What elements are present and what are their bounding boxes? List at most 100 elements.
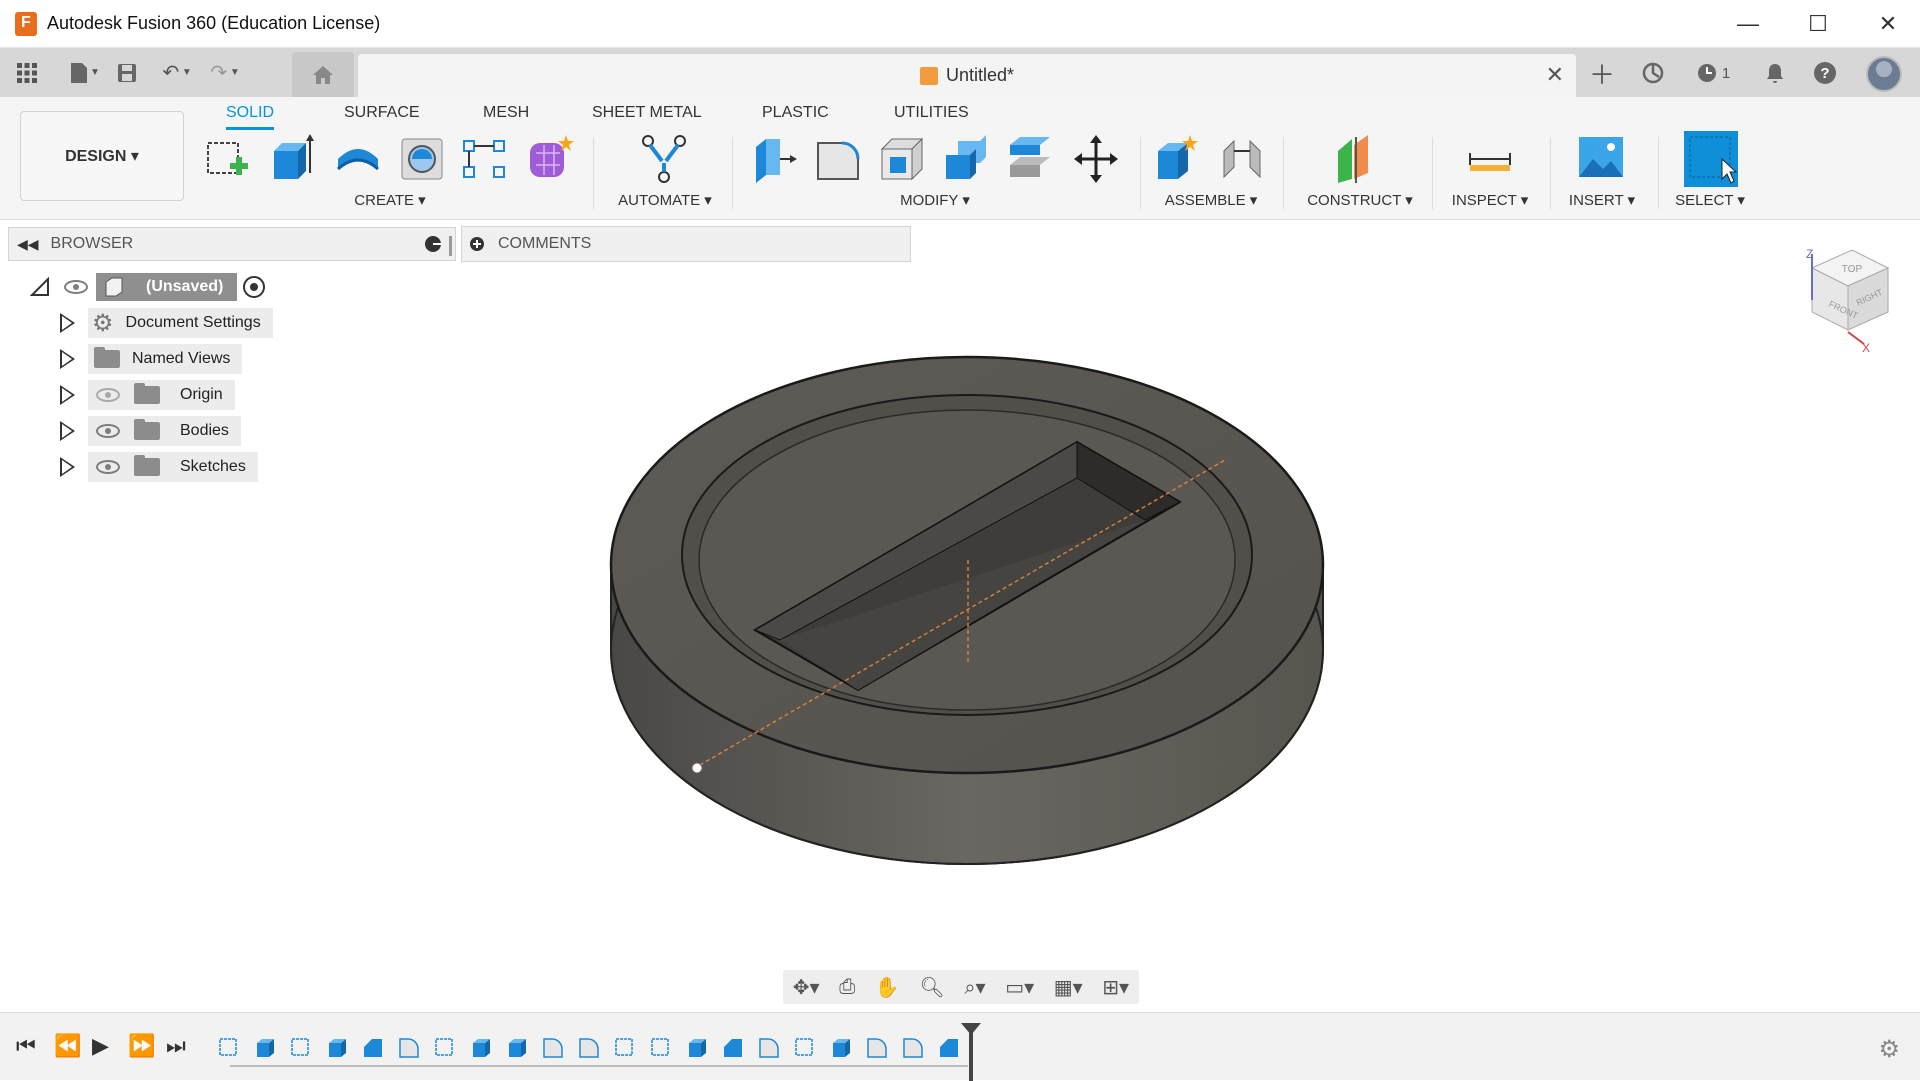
automate-menu[interactable]: AUTOMATE ▾	[610, 191, 720, 209]
hole-icon[interactable]	[398, 133, 446, 185]
home-icon	[313, 65, 333, 84]
timeline-sketch-feature-icon[interactable]	[614, 1037, 636, 1059]
user-avatar[interactable]	[1866, 56, 1902, 92]
title-bar: Autodesk Fusion 360 (Education License) …	[0, 0, 1920, 48]
viewcube[interactable]: TOP FRONT RIGHT Z X	[1806, 247, 1890, 355]
separator	[1140, 137, 1141, 209]
new-tab-plus-icon[interactable]: ＋	[1585, 57, 1619, 90]
separator	[1550, 137, 1551, 209]
file-caret-icon[interactable]: ▼	[90, 67, 100, 78]
undo-caret-icon[interactable]: ▼	[182, 67, 192, 78]
close-window-button[interactable]: ✕	[1853, 0, 1920, 48]
timeline-sketch-feature-icon[interactable]	[650, 1037, 672, 1059]
extensions-icon[interactable]	[1636, 57, 1670, 89]
measure-icon[interactable]	[1466, 133, 1514, 185]
fit-zoom-icon[interactable]: ⌕▾	[964, 975, 985, 1000]
close-tab-icon[interactable]: ✕	[1546, 62, 1564, 88]
timeline-sketch-feature-icon[interactable]	[218, 1037, 240, 1059]
tab-sheet-metal[interactable]: SHEET METAL	[592, 104, 702, 122]
press-pull-icon[interactable]	[750, 133, 798, 185]
create-sketch-icon[interactable]	[204, 133, 252, 185]
timeline-sketch-feature-icon[interactable]	[434, 1037, 456, 1059]
separator	[732, 137, 733, 209]
fillet-icon[interactable]	[814, 133, 862, 185]
help-icon[interactable]: ?	[1808, 57, 1842, 89]
maximize-button[interactable]: ☐	[1783, 0, 1853, 48]
ribbon-toolbar: DESIGN ▾ SOLID SURFACE MESH SHEET METAL …	[0, 97, 1920, 220]
viewcube-top-label[interactable]: TOP	[1842, 264, 1863, 275]
timeline-extrude-feature-icon[interactable]	[470, 1037, 492, 1059]
coin-model[interactable]	[609, 355, 1325, 865]
display-settings-icon[interactable]: ▭▾	[1005, 975, 1034, 1000]
shell-icon[interactable]	[878, 133, 926, 185]
insert-menu[interactable]: INSERT ▾	[1552, 191, 1652, 209]
create-menu[interactable]: CREATE ▾	[340, 191, 440, 209]
clock-icon	[1697, 64, 1716, 82]
timeline-extrude-feature-icon[interactable]	[326, 1037, 348, 1059]
joint-icon[interactable]	[1218, 133, 1266, 185]
timeline-chamfer-feature-icon[interactable]	[362, 1037, 384, 1059]
orbit-move-icon[interactable]: ✥▾	[793, 975, 820, 1000]
select-icon[interactable]	[1684, 131, 1738, 187]
timeline-fillet-feature-icon[interactable]	[758, 1037, 780, 1059]
timeline-fillet-feature-icon[interactable]	[578, 1037, 600, 1059]
home-tab[interactable]	[292, 52, 354, 97]
modify-menu[interactable]: MODIFY ▾	[880, 191, 990, 209]
data-panel-grid-icon[interactable]	[10, 56, 44, 90]
pan-hand-icon[interactable]: ✋	[875, 975, 900, 1000]
timeline-fillet-feature-icon[interactable]	[866, 1037, 888, 1059]
timeline-previous-icon[interactable]: ⏪	[54, 1033, 81, 1059]
insert-image-icon[interactable]	[1577, 133, 1625, 185]
navigation-bar: ✥▾ ⎙ ✋ 🔍︎ ⌕▾ ▭▾ ▦▾ ⊞▾	[783, 970, 1139, 1004]
timeline-next-icon[interactable]: ⏩	[128, 1033, 155, 1059]
timeline-fillet-feature-icon[interactable]	[542, 1037, 564, 1059]
timeline-extrude-feature-icon[interactable]	[830, 1037, 852, 1059]
timeline-marker[interactable]	[961, 1023, 981, 1081]
minimize-button[interactable]: —	[1713, 0, 1783, 48]
tab-utilities[interactable]: UTILITIES	[894, 104, 969, 122]
timeline-sketch-feature-icon[interactable]	[290, 1037, 312, 1059]
assemble-menu[interactable]: ASSEMBLE ▾	[1156, 191, 1266, 209]
create-form-icon[interactable]	[526, 133, 574, 185]
offset-face-icon[interactable]	[1006, 133, 1054, 185]
timeline-sketch-feature-icon[interactable]	[794, 1037, 816, 1059]
tab-mesh[interactable]: MESH	[483, 104, 529, 122]
revolve-icon[interactable]	[334, 133, 382, 185]
tab-plastic[interactable]: PLASTIC	[762, 104, 829, 122]
notifications-bell-icon[interactable]	[1758, 57, 1792, 89]
job-status-button[interactable]: 1	[1688, 57, 1738, 89]
look-at-icon[interactable]: ⎙	[839, 976, 855, 999]
move-copy-icon[interactable]	[1072, 133, 1120, 185]
combine-icon[interactable]	[942, 133, 990, 185]
timeline-fillet-feature-icon[interactable]	[902, 1037, 924, 1059]
3d-viewport-canvas[interactable]: TOP FRONT RIGHT Z X	[0, 220, 1920, 1012]
save-icon[interactable]	[110, 56, 144, 90]
pattern-icon[interactable]	[460, 133, 508, 185]
zoom-icon[interactable]: 🔍︎	[919, 975, 944, 1000]
timeline-first-icon[interactable]: ⏮	[16, 1033, 36, 1059]
timeline-fillet-feature-icon[interactable]	[398, 1037, 420, 1059]
timeline-settings-gear-icon[interactable]: ⚙	[1878, 1035, 1900, 1064]
construct-menu[interactable]: CONSTRUCT ▾	[1300, 191, 1420, 209]
viewports-icon[interactable]: ⊞▾	[1102, 975, 1129, 1000]
grid-settings-icon[interactable]: ▦▾	[1054, 975, 1083, 1000]
extrude-icon[interactable]	[268, 133, 316, 185]
timeline-last-icon[interactable]: ⏭	[166, 1033, 186, 1059]
redo-caret-icon[interactable]: ▼	[230, 67, 240, 78]
inspect-menu[interactable]: INSPECT ▾	[1440, 191, 1540, 209]
timeline-extrude-feature-icon[interactable]	[686, 1037, 708, 1059]
document-tab[interactable]: Untitled* ✕	[358, 54, 1576, 97]
tab-solid[interactable]: SOLID	[226, 104, 275, 130]
document-tab-title: Untitled*	[945, 65, 1015, 85]
construct-plane-icon[interactable]	[1334, 133, 1382, 185]
automate-icon[interactable]	[638, 133, 690, 185]
timeline-chamfer-feature-icon[interactable]	[722, 1037, 744, 1059]
tab-surface[interactable]: SURFACE	[344, 104, 420, 122]
timeline-play-icon[interactable]: ▶	[92, 1033, 109, 1059]
select-menu[interactable]: SELECT ▾	[1660, 191, 1760, 209]
workspace-switcher[interactable]: DESIGN ▾	[20, 111, 184, 201]
timeline-extrude-feature-icon[interactable]	[254, 1037, 276, 1059]
timeline-extrude-feature-icon[interactable]	[506, 1037, 528, 1059]
timeline-chamfer-feature-icon[interactable]	[938, 1037, 960, 1059]
new-component-icon[interactable]	[1154, 133, 1202, 185]
